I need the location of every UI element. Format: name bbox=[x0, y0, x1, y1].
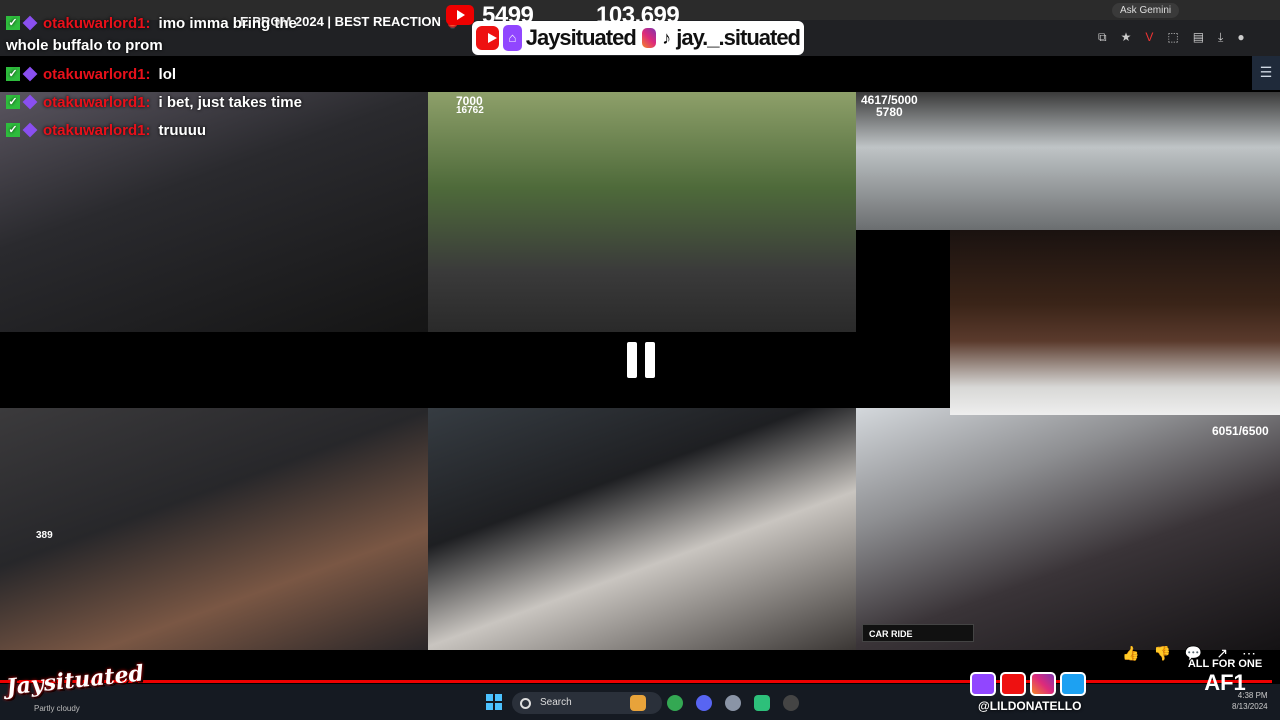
chat-username: otakuwarlord1: bbox=[43, 121, 151, 139]
streamer-webcam bbox=[950, 230, 1280, 415]
video-tile-makeup: 389 bbox=[0, 408, 428, 650]
windows-start-icon[interactable] bbox=[486, 694, 502, 710]
download-icon[interactable]: ⤓ bbox=[1218, 30, 1223, 45]
media-player-icon[interactable] bbox=[783, 695, 799, 711]
toolbar-icons: ⧉ ★ V ⬚ ▤ ⤓ ● bbox=[1098, 30, 1245, 45]
tile-counter: 5780 bbox=[876, 105, 903, 119]
af1-mark: AF1 bbox=[1204, 670, 1246, 695]
puzzle-icon[interactable]: ⬚ bbox=[1167, 30, 1178, 45]
tile-counter: 16762 bbox=[456, 105, 484, 116]
menu-icon[interactable]: ☰ bbox=[1252, 56, 1280, 90]
chat-text: truuuu bbox=[158, 121, 207, 139]
social-icons bbox=[970, 672, 1086, 696]
file-explorer-icon[interactable] bbox=[630, 695, 646, 711]
twitch-icon bbox=[970, 672, 996, 696]
sidebar-icon[interactable]: ▤ bbox=[1193, 30, 1204, 45]
youtube-icon bbox=[1000, 672, 1026, 696]
chat-text: imo imma bring the bbox=[158, 14, 297, 32]
check-badge-icon: ✓ bbox=[6, 95, 20, 109]
pause-button[interactable] bbox=[627, 342, 655, 378]
chat-message-continuation: whole buffalo to prom bbox=[6, 37, 163, 54]
instagram-icon bbox=[639, 26, 659, 50]
handle-jaysituated: Jaysituated bbox=[525, 25, 637, 50]
social-handles-banner: ⌂ Jaysituated ♪ jay._.situated bbox=[472, 21, 804, 55]
clock-date: 8/13/2024 bbox=[1232, 702, 1268, 711]
diamond-badge-icon bbox=[22, 66, 38, 82]
extension-icon[interactable]: V bbox=[1145, 30, 1153, 45]
chat-text: i bet, just takes time bbox=[158, 93, 302, 111]
settings-icon[interactable] bbox=[725, 695, 741, 711]
twitch-icon: ⌂ bbox=[503, 25, 522, 51]
tiktok-icon: ♪ bbox=[662, 28, 672, 48]
chat-message: ✓ otakuwarlord1: imo imma bring the bbox=[6, 12, 297, 34]
chat-username: otakuwarlord1: bbox=[43, 93, 151, 111]
youtube-icon bbox=[446, 5, 474, 25]
video-tile-car-ride: 6051/6500 bbox=[856, 408, 1280, 650]
like-icon[interactable]: 👍 bbox=[1122, 645, 1139, 662]
af1-logo: ALL FOR ONE AF1 bbox=[1180, 658, 1270, 696]
check-badge-icon: ✓ bbox=[6, 16, 20, 30]
bookmark-star-icon[interactable]: ★ bbox=[1121, 30, 1132, 45]
chrome-icon[interactable] bbox=[667, 695, 683, 711]
video-tile-outdoor: 7000 16762 bbox=[428, 92, 856, 332]
video-tile-couple bbox=[428, 408, 856, 650]
pause-bar bbox=[627, 342, 637, 378]
chat-message: ✓ otakuwarlord1: truuuu bbox=[6, 119, 206, 141]
search-icon bbox=[520, 698, 531, 709]
diamond-badge-icon bbox=[22, 122, 38, 138]
tile-counter: 389 bbox=[36, 530, 53, 541]
video-tile-car-interior: 4617/5000 5780 bbox=[856, 92, 1280, 230]
chat-text: lol bbox=[158, 65, 177, 83]
check-badge-icon: ✓ bbox=[6, 123, 20, 137]
instagram-icon bbox=[1030, 672, 1056, 696]
youtube-icon bbox=[476, 26, 500, 50]
ask-gemini-button[interactable]: Ask Gemini bbox=[1112, 3, 1180, 18]
app-icon[interactable] bbox=[754, 695, 770, 711]
af1-tagline: ALL FOR ONE bbox=[1187, 658, 1263, 670]
check-badge-icon: ✓ bbox=[6, 67, 20, 81]
install-icon[interactable]: ⧉ bbox=[1098, 30, 1107, 45]
diamond-badge-icon bbox=[22, 94, 38, 110]
chat-username: otakuwarlord1: bbox=[43, 65, 151, 83]
car-ride-label: CAR RIDE bbox=[862, 624, 974, 642]
handle-lildonatello: @LILDONATELLO bbox=[978, 699, 1082, 713]
chat-message: ✓ otakuwarlord1: lol bbox=[6, 63, 176, 85]
diamond-badge-icon bbox=[22, 15, 38, 31]
discord-icon[interactable] bbox=[696, 695, 712, 711]
twitter-icon bbox=[1060, 672, 1086, 696]
chat-message: ✓ otakuwarlord1: i bet, just takes time bbox=[6, 91, 302, 113]
dislike-icon[interactable]: 👎 bbox=[1153, 645, 1170, 662]
chat-username: otakuwarlord1: bbox=[43, 14, 151, 32]
handle-jay-situated: jay._.situated bbox=[676, 25, 801, 50]
profile-icon[interactable]: ● bbox=[1237, 30, 1244, 45]
pause-bar bbox=[645, 342, 655, 378]
tile-counter: 6051/6500 bbox=[1212, 424, 1269, 438]
